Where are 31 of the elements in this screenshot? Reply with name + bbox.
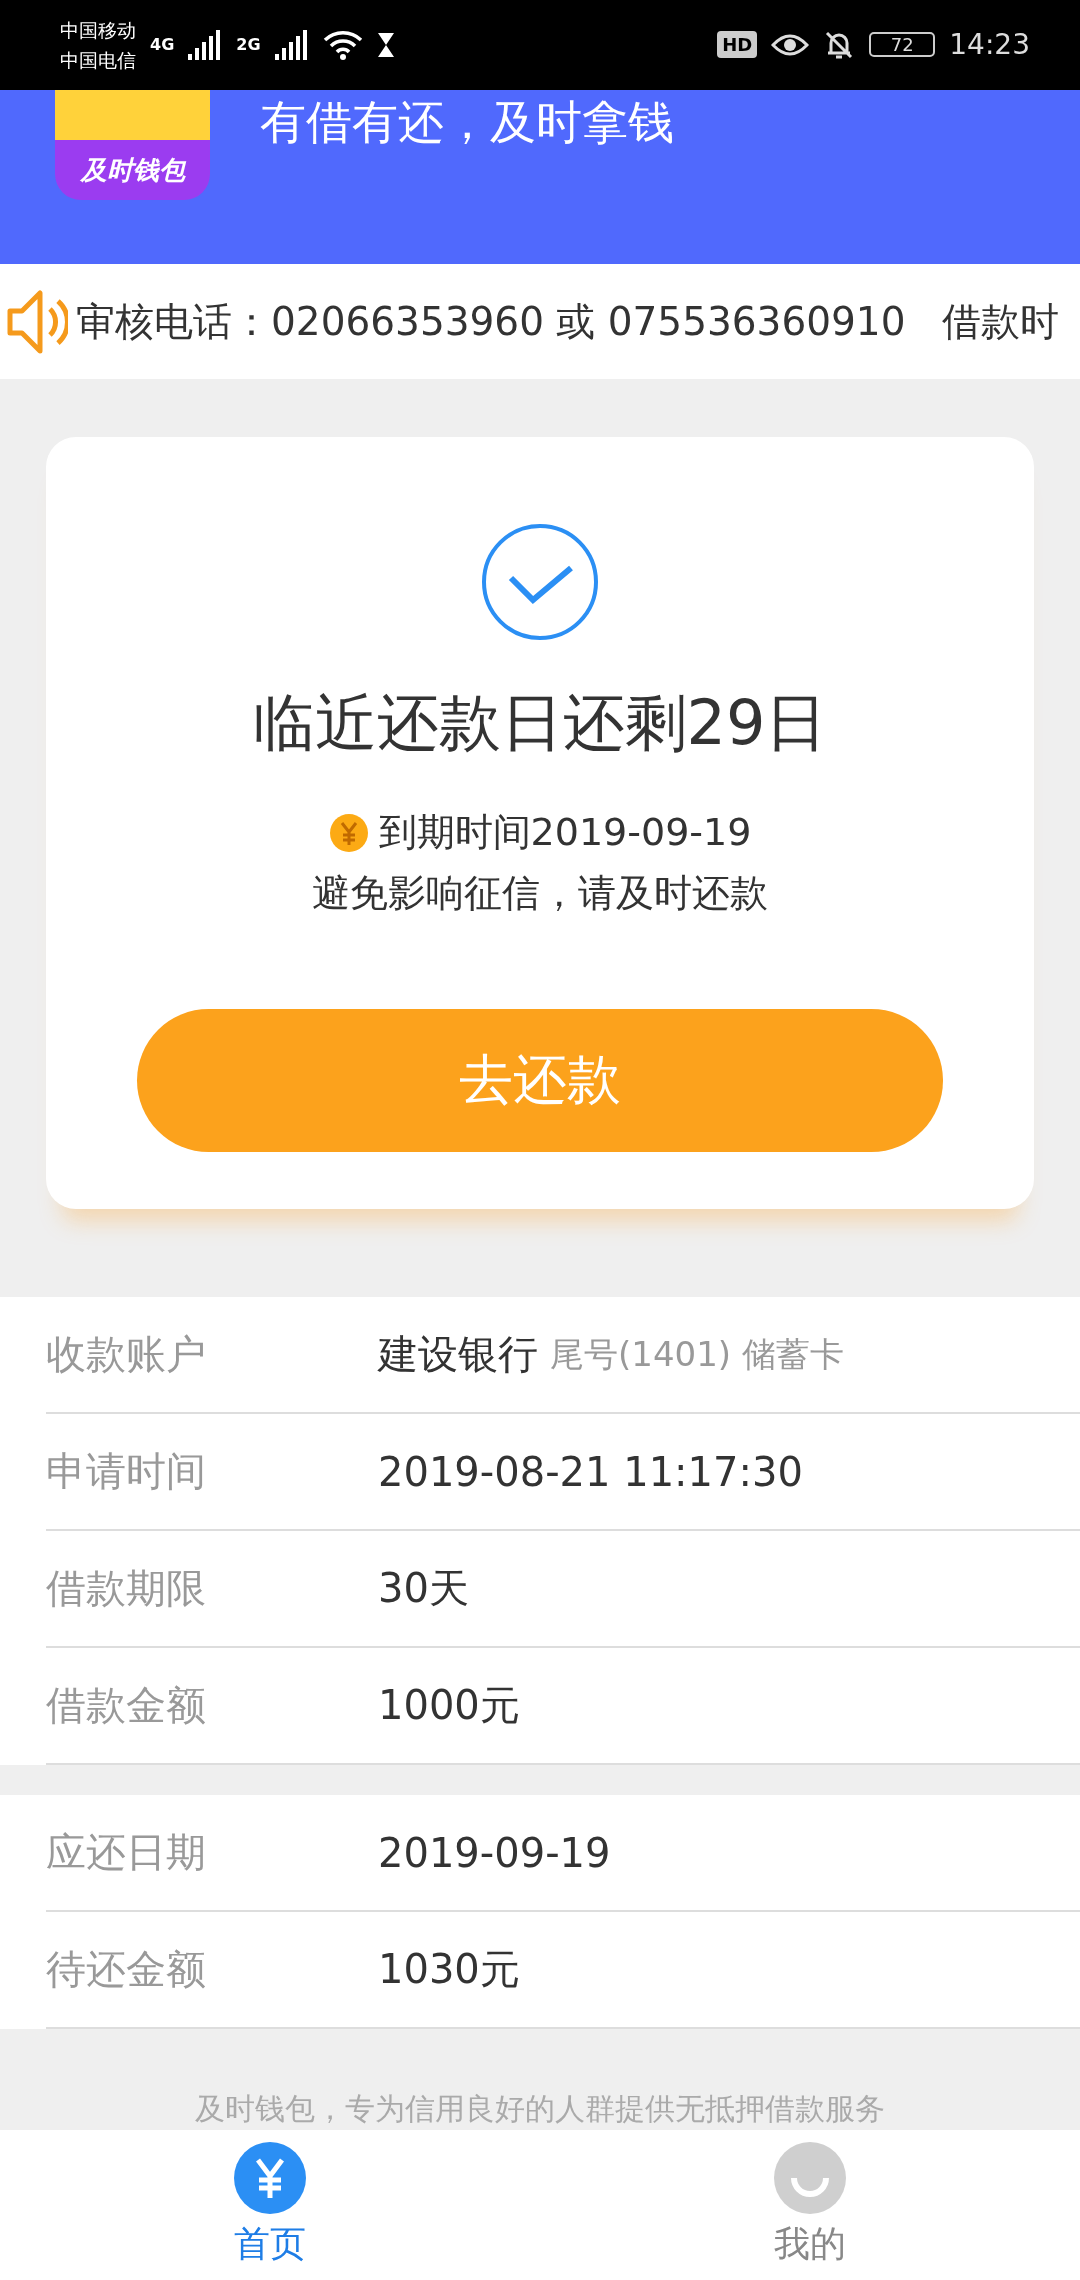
slogan: 有借有还，及时拿钱: [260, 93, 674, 151]
repay-hint: 避免影响征信，请及时还款: [312, 870, 768, 918]
battery-level: 72: [869, 32, 936, 58]
detail-label: 借款金额: [46, 1681, 207, 1731]
detail-label: 收款账户: [46, 1330, 207, 1380]
hd-badge: HD: [717, 31, 758, 59]
logo-text: 及时钱包: [80, 153, 185, 187]
repay-button[interactable]: 去还款: [137, 1009, 943, 1153]
detail-value: 2019-09-19: [378, 1829, 611, 1876]
detail-value: 建设银行: [378, 1330, 538, 1380]
notice-text: 借款时: [941, 297, 1059, 346]
network-type: 2G: [236, 35, 261, 55]
notice-text: 审核电话：02066353960 或 075536360910: [76, 297, 906, 346]
carrier-name: 中国电信: [60, 47, 136, 73]
due-date: 到期时间2019-09-19: [378, 809, 752, 857]
days-left-title: 临近还款日还剩29日: [252, 685, 828, 762]
detail-label: 待还金额: [46, 1945, 207, 1995]
detail-value: 1000元: [378, 1681, 520, 1731]
nav-tab[interactable]: 首页: [0, 2130, 540, 2280]
network-type: 4G: [150, 35, 175, 55]
detail-value: 1030元: [378, 1945, 520, 1995]
nav-tab[interactable]: 我的: [540, 2130, 1080, 2280]
detail-value: 2019-08-21 11:17:30: [378, 1448, 803, 1495]
detail-label: 借款期限: [46, 1564, 207, 1614]
footer-text: 及时钱包，专为信用良好的人群提供无抵押借款服务: [194, 2090, 886, 2129]
carrier-name: 中国移动: [60, 17, 136, 43]
clock: 14:23: [949, 28, 1030, 62]
detail-value: 30天: [378, 1564, 469, 1614]
detail-label: 申请时间: [46, 1447, 207, 1497]
detail-label: 应还日期: [46, 1828, 207, 1878]
detail-note: 尾号(1401) 储蓄卡: [550, 1332, 844, 1376]
